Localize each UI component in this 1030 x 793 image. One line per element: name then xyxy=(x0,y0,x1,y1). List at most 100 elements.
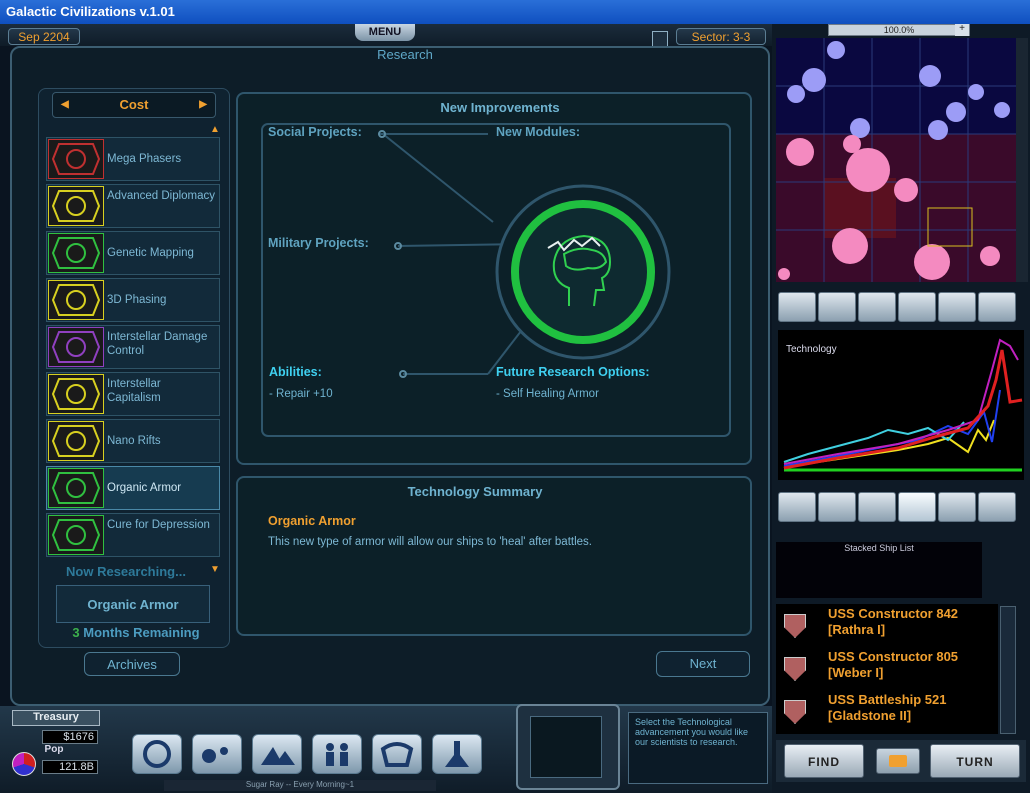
target-filter-button[interactable] xyxy=(898,292,936,322)
triangle-icon xyxy=(48,327,104,367)
tech-list-item[interactable]: Nano Rifts xyxy=(46,419,220,463)
stacked-ship-list: Stacked Ship List xyxy=(776,542,982,598)
mountains-icon xyxy=(261,747,295,765)
graph-label: Technology xyxy=(786,344,837,355)
sector-display: Sector: 3-3 xyxy=(676,28,766,45)
tech-list-item[interactable]: Mega Phasers xyxy=(46,137,220,181)
ship-name: USS Battleship 521 xyxy=(828,692,947,707)
diplomacy-icon xyxy=(48,186,104,226)
current-research[interactable]: Organic Armor xyxy=(56,585,210,623)
message-button[interactable] xyxy=(876,748,920,774)
social-projects-label: Social Projects: xyxy=(268,125,362,139)
months-remaining: 3 Months Remaining xyxy=(60,625,212,640)
menu-button[interactable]: MENU xyxy=(355,24,415,41)
treasury-label: Treasury xyxy=(12,710,100,726)
screen-title: Research xyxy=(377,47,433,62)
sort-next-icon[interactable]: ▶ xyxy=(199,99,207,110)
future-research-item[interactable]: - Self Healing Armor xyxy=(496,388,599,400)
tech-list-item[interactable]: Cure for Depression xyxy=(46,513,220,557)
military-projects-label: Military Projects: xyxy=(268,236,369,250)
envelope-icon xyxy=(889,755,907,767)
tech-name: Cure for Depression xyxy=(107,519,210,531)
military-graph-button[interactable] xyxy=(818,492,856,522)
connector-lines xyxy=(261,123,731,437)
population-pie-icon[interactable] xyxy=(12,752,36,776)
head-icon xyxy=(48,515,104,555)
future-research-label: Future Research Options: xyxy=(496,365,650,379)
list-scroll-up-icon[interactable]: ▲ xyxy=(210,124,220,135)
window-title: Galactic Civilizations v.1.01 xyxy=(6,4,175,19)
influence-filter-button[interactable] xyxy=(818,292,856,322)
tech-list-item[interactable]: Genetic Mapping xyxy=(46,231,220,275)
population-graph-button[interactable] xyxy=(978,492,1016,522)
end-turn-button[interactable]: TURN xyxy=(930,744,1020,778)
ship-list-item[interactable]: USS Constructor 805 [Weber I] xyxy=(776,647,998,689)
united-planets-button[interactable] xyxy=(372,734,422,774)
terrain-filter-button[interactable] xyxy=(858,292,896,322)
research-button[interactable] xyxy=(432,734,482,774)
starbase-filter-button[interactable] xyxy=(938,292,976,322)
flask-icon xyxy=(445,741,469,767)
tech-name: Interstellar Capitalism xyxy=(107,378,161,404)
music-ticker[interactable]: Sugar Ray -- Every Morning~1 xyxy=(164,780,436,791)
tech-summary-name: Organic Armor xyxy=(268,514,356,528)
tech-name: Organic Armor xyxy=(107,482,182,494)
population-value: 121.8B xyxy=(42,760,98,774)
domestic-policy-button[interactable] xyxy=(252,734,302,774)
tech-list-item[interactable]: Interstellar Capitalism xyxy=(46,372,220,416)
united-planets-icon xyxy=(380,742,414,767)
improvements-panel xyxy=(236,92,752,465)
home-graph-button[interactable] xyxy=(778,492,816,522)
sort-label: Cost xyxy=(119,97,149,112)
tech-name: Advanced Diplomacy xyxy=(107,190,216,202)
find-button[interactable]: FIND xyxy=(784,744,864,778)
tech-list-item[interactable]: Advanced Diplomacy xyxy=(46,184,220,228)
minimap-scrollbar[interactable] xyxy=(1016,38,1028,282)
sort-prev-icon[interactable]: ◀ xyxy=(61,99,69,110)
tech-summary-panel xyxy=(236,476,752,636)
sort-selector[interactable]: ◀ Cost ▶ xyxy=(52,92,216,118)
population-label: Pop xyxy=(44,744,64,755)
foreign-policy-button[interactable] xyxy=(312,734,362,774)
tech-list-item[interactable]: Organic Armor xyxy=(46,466,220,510)
zoom-level[interactable]: 100.0% xyxy=(828,24,970,36)
abilities-label: Abilities: xyxy=(269,365,322,379)
influence-graph-button[interactable] xyxy=(858,492,896,522)
months-count: 3 xyxy=(72,625,80,640)
grid-toggle-icon[interactable] xyxy=(652,31,668,47)
tech-list-item[interactable]: Interstellar Damage Control xyxy=(46,325,220,369)
fleet-filter-button[interactable] xyxy=(978,292,1016,322)
technology-graph-button[interactable] xyxy=(898,492,936,522)
ship-list-item[interactable]: USS Constructor 842 [Rathra I] xyxy=(776,604,998,646)
phaser-icon xyxy=(48,139,104,179)
window-title-bar: Galactic Civilizations v.1.01 xyxy=(0,0,1030,24)
list-scroll-down-icon[interactable]: ▼ xyxy=(210,564,220,575)
tech-name: Interstellar Damage Control xyxy=(107,331,208,357)
tech-summary-description: This new type of armor will allow our sh… xyxy=(268,536,592,548)
tech-list-item[interactable]: 3D Phasing xyxy=(46,278,220,322)
next-button[interactable]: Next xyxy=(656,651,750,677)
now-researching-label: Now Researching... xyxy=(66,564,186,579)
galaxy-icon xyxy=(143,740,171,768)
galaxy-view-button[interactable] xyxy=(132,734,182,774)
diplomacy-icon xyxy=(48,421,104,461)
map-filter-buttons xyxy=(776,292,1026,324)
advisor-portrait xyxy=(516,704,620,790)
tech-name: Genetic Mapping xyxy=(107,247,194,259)
people-icon xyxy=(326,743,348,766)
archives-button[interactable]: Archives xyxy=(84,652,180,676)
ability-item: - Repair +10 xyxy=(269,388,333,400)
tech-name: Nano Rifts xyxy=(107,435,161,447)
galaxy-minimap[interactable] xyxy=(776,38,1016,282)
shield-icon xyxy=(784,614,806,638)
ship-list-scrollbar[interactable] xyxy=(1000,606,1016,734)
tech-summary-title: Technology Summary xyxy=(407,484,543,499)
months-label: Months Remaining xyxy=(83,625,200,640)
ship-list-item[interactable]: USS Battleship 521 [Gladstone II] xyxy=(776,690,998,732)
zoom-in-button[interactable]: + xyxy=(955,24,969,36)
planets-filter-button[interactable] xyxy=(778,292,816,322)
planets-button[interactable] xyxy=(192,734,242,774)
ship-location: [Rathra I] xyxy=(828,622,886,637)
minimap-canvas xyxy=(776,38,1016,282)
economy-graph-button[interactable] xyxy=(938,492,976,522)
